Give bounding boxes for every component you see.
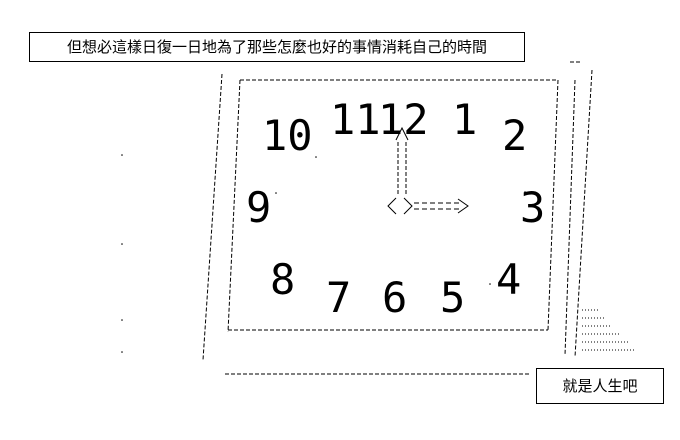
caption-top: 但想必這樣日復一日地為了那些怎麼也好的事情消耗自己的時間 [29,32,525,62]
caption-bottom-text: 就是人生吧 [562,377,638,395]
numeral-3: 3 [520,183,545,232]
face-right-edge [547,79,559,331]
shade-dots [582,309,636,351]
frame-right-outer [574,69,593,358]
numeral-11: 11 [330,95,381,144]
numeral-8: 8 [270,255,295,304]
numeral-5: 5 [440,273,465,322]
numeral-2: 2 [502,111,527,160]
minute-hand [387,197,469,215]
frame-left-outer [202,73,223,361]
margin-dots [121,154,526,353]
numeral-6: 6 [382,273,407,322]
numeral-7: 7 [326,273,351,322]
numeral-9: 9 [246,183,271,232]
caption-bottom: 就是人生吧 [536,368,664,404]
numeral-10: 10 [262,111,313,160]
numeral-1: 1 [452,95,477,144]
numeral-12: 12 [378,95,429,144]
frame-left-inner [227,79,241,333]
frame-right-mid [564,79,576,356]
numeral-4: 4 [496,255,521,304]
caption-top-text: 但想必這樣日復一日地為了那些怎麼也好的事情消耗自己的時間 [66,38,487,56]
